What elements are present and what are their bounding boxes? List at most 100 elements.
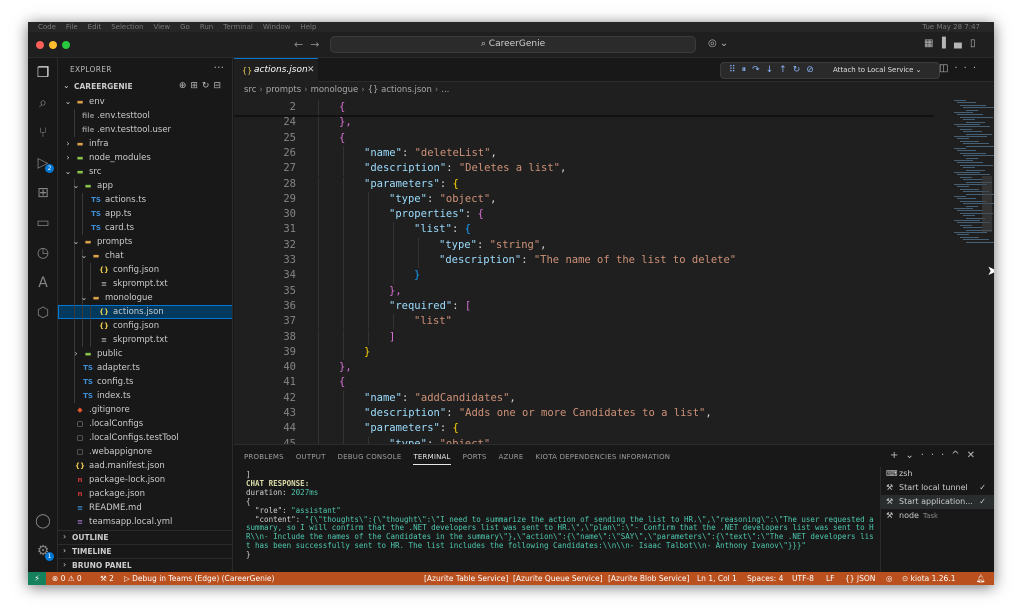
source-control-icon[interactable]: ⑂: [34, 124, 52, 142]
tree-item[interactable]: TS adapter.ts: [58, 361, 232, 375]
forward-arrow-icon[interactable]: →: [310, 38, 319, 51]
indentation-status[interactable]: Spaces: 4: [747, 572, 783, 585]
cursor-position[interactable]: Ln 1, Col 1: [697, 572, 737, 585]
tree-item[interactable]: {} actions.json: [58, 305, 232, 319]
code-view[interactable]: 2 {24}, 25 {26 "name": "deleteList", 27 "descr…: [234, 100, 934, 444]
tree-item[interactable]: ▢ .localConfigs: [58, 417, 232, 431]
panel-tab[interactable]: AZURE: [498, 453, 523, 464]
settings-gear-icon[interactable]: ⚙ 1: [34, 542, 54, 561]
testing-icon[interactable]: ◷: [34, 244, 52, 262]
tab-actions-json[interactable]: {} actions.json ✕: [234, 58, 318, 82]
ports-status[interactable]: ⚒ 2: [100, 572, 114, 585]
tree-item[interactable]: ≡ skprompt.txt: [58, 277, 232, 291]
terminal-list-item[interactable]: ⌨ zsh: [881, 467, 994, 481]
outline-section[interactable]: › OUTLINE: [58, 530, 232, 544]
panel-tab[interactable]: PORTS: [463, 453, 487, 464]
tree-item[interactable]: ⌄ ▬ monologue: [58, 291, 232, 305]
tree-item[interactable]: ⌄ ▬ app: [58, 179, 232, 193]
timeline-section[interactable]: › TIMELINE: [58, 544, 232, 558]
azurite-table-status[interactable]: [Azurite Table Service]: [424, 572, 508, 585]
breadcrumb-item[interactable]: {} actions.json: [368, 85, 432, 95]
tree-item[interactable]: ≡ skprompt.txt: [58, 333, 232, 347]
tree-item[interactable]: TS card.ts: [58, 221, 232, 235]
tree-item[interactable]: {} config.json: [58, 319, 232, 333]
tree-item[interactable]: file .env.testtool.user: [58, 123, 232, 137]
copilot-status-icon[interactable]: ◎: [886, 572, 893, 585]
tree-item[interactable]: ⌄ ▬ chat: [58, 249, 232, 263]
tree-item[interactable]: file .env.testtool: [58, 109, 232, 123]
problems-status[interactable]: ⊗ 0 ⚠ 0: [52, 572, 82, 585]
panel-tab[interactable]: DEBUG CONSOLE: [338, 453, 402, 464]
mac-menu-item[interactable]: Run: [200, 22, 213, 32]
tree-item[interactable]: ▢ .webappignore: [58, 445, 232, 459]
panel-tab[interactable]: PROBLEMS: [244, 453, 284, 464]
tree-item[interactable]: {} aad.manifest.json: [58, 459, 232, 473]
azurite-blob-status[interactable]: [Azurite Blob Service]: [608, 572, 689, 585]
minimize-window-button[interactable]: [49, 41, 57, 49]
notifications-bell-icon[interactable]: 🔔︎: [976, 572, 986, 585]
panel-tab[interactable]: OUTPUT: [296, 453, 326, 464]
command-center-search[interactable]: ⌕ CareerGenie: [330, 36, 696, 53]
mac-menu-item[interactable]: Selection: [111, 22, 143, 32]
mac-menu-item[interactable]: Help: [300, 22, 316, 32]
close-window-button[interactable]: [36, 41, 44, 49]
terminal-list-item[interactable]: ⚒ node Task: [881, 509, 994, 523]
toggle-sidebar-icon[interactable]: ▐: [938, 38, 946, 49]
terminal-list-item[interactable]: ⚒ Start application... ✓: [881, 495, 994, 509]
tree-item[interactable]: ◆ .gitignore: [58, 403, 232, 417]
layout-icon[interactable]: ▦: [924, 38, 933, 49]
tree-item[interactable]: TS index.ts: [58, 389, 232, 403]
breadcrumb-item[interactable]: monologue: [311, 85, 359, 95]
mac-menu-item[interactable]: Code: [38, 22, 56, 32]
tree-item[interactable]: TS app.ts: [58, 207, 232, 221]
terminal-output[interactable]: ] CHAT RESPONSE: duration: 2027ms { "rol…: [246, 470, 878, 560]
mac-menu-item[interactable]: Go: [180, 22, 190, 32]
azure-icon[interactable]: A: [34, 274, 52, 292]
panel-tab[interactable]: TERMINAL: [413, 453, 451, 465]
azurite-queue-status[interactable]: [Azurite Queue Service]: [513, 572, 603, 585]
tree-item[interactable]: ≡ teamsapp.local.yml: [58, 515, 232, 529]
breadcrumb-item[interactable]: ...: [441, 85, 449, 95]
mac-menu-item[interactable]: View: [153, 22, 170, 32]
editor-scrollbar[interactable]: [982, 176, 992, 232]
run-debug-icon[interactable]: ▷ 2: [34, 154, 54, 173]
mac-menu-item[interactable]: File: [66, 22, 78, 32]
tree-item[interactable]: ⌄ ▬ src: [58, 165, 232, 179]
more-actions-icon[interactable]: ···: [214, 61, 225, 74]
account-icon[interactable]: ◯: [34, 512, 52, 530]
terminal-list-item[interactable]: ⚒ Start local tunnel ✓: [881, 481, 994, 495]
explorer-actions[interactable]: ⊕⊞↻⊟: [179, 81, 225, 91]
mac-menu-item[interactable]: Edit: [88, 22, 102, 32]
search-view-icon[interactable]: ⌕: [34, 94, 52, 112]
language-status[interactable]: {} JSON: [845, 572, 875, 585]
breadcrumb-item[interactable]: src: [244, 85, 256, 95]
kiota-status[interactable]: ⊙ kiota 1.26.1: [902, 572, 955, 585]
tree-item[interactable]: TS actions.ts: [58, 193, 232, 207]
copilot-icon[interactable]: ◎ ⌄: [708, 38, 728, 49]
mac-menu-item[interactable]: Window: [263, 22, 291, 32]
tree-item[interactable]: ⌄ ▬ env: [58, 95, 232, 109]
tree-item[interactable]: › ▬ node_modules: [58, 151, 232, 165]
tree-item[interactable]: n package-lock.json: [58, 473, 232, 487]
bruno-panel-section[interactable]: › BRUNO PANEL: [58, 558, 232, 572]
debug-status[interactable]: ▷ Debug in Teams (Edge) (CareerGenie): [124, 572, 274, 585]
encoding-status[interactable]: UTF-8: [792, 572, 814, 585]
panel-tab[interactable]: KIOTA DEPENDENCIES INFORMATION: [535, 453, 670, 464]
tree-item[interactable]: ≡ README.md: [58, 501, 232, 515]
maximize-window-button[interactable]: [62, 41, 70, 49]
remote-indicator-icon[interactable]: ⚡: [28, 572, 46, 585]
project-header[interactable]: ⌄ CAREERGENIE ⊕⊞↻⊟: [58, 80, 232, 94]
teams-toolkit-icon[interactable]: ⬡: [34, 304, 52, 322]
tree-item[interactable]: n package.json: [58, 487, 232, 501]
breadcrumb-item[interactable]: prompts: [266, 85, 301, 95]
tree-item[interactable]: › ▬ infra: [58, 137, 232, 151]
remote-explorer-icon[interactable]: ▭: [34, 214, 52, 232]
tree-item[interactable]: ⌄ ▬ prompts: [58, 235, 232, 249]
debug-controls[interactable]: ⠿⏸↷↓↑↻⊘: [729, 65, 820, 75]
tree-item[interactable]: › ▬ public: [58, 347, 232, 361]
back-arrow-icon[interactable]: ←: [294, 38, 303, 51]
close-tab-icon[interactable]: ✕: [307, 65, 315, 75]
tree-item[interactable]: {} config.json: [58, 263, 232, 277]
panel-actions[interactable]: +⌄···^✕: [890, 450, 982, 461]
tree-item[interactable]: TS config.ts: [58, 375, 232, 389]
